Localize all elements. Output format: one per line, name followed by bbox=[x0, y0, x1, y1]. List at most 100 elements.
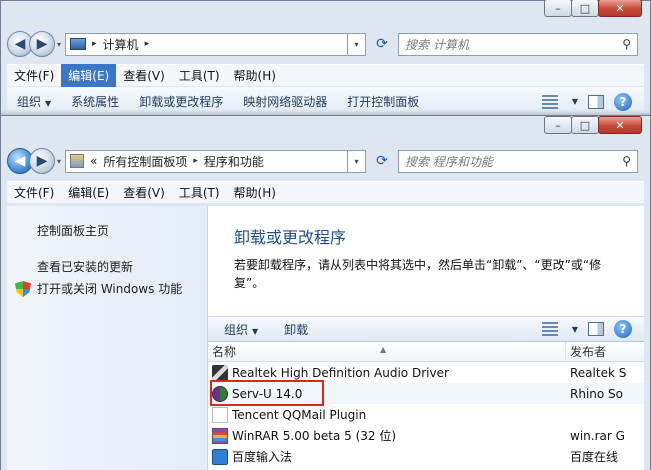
forward-button[interactable]: ▶ bbox=[29, 31, 55, 57]
address-bar[interactable]: « 所有控制面板项 ▸ 程序和功能 bbox=[65, 149, 348, 173]
navigation-bar: ◀ ▶ ▾ « 所有控制面板项 ▸ 程序和功能 ▾ ⟳ 搜索 程序和功能 ⚲ bbox=[7, 147, 638, 175]
search-icon: ⚲ bbox=[622, 37, 631, 51]
close-button[interactable]: ✕ bbox=[598, 116, 642, 134]
open-control-panel-button[interactable]: 打开控制面板 bbox=[337, 93, 429, 110]
preview-pane-icon[interactable] bbox=[588, 322, 604, 336]
organize-button[interactable]: 组织 ▼ bbox=[7, 93, 61, 110]
menu-file[interactable]: 文件(F) bbox=[7, 181, 61, 204]
view-controls: ▼ ? bbox=[541, 92, 644, 111]
menu-file[interactable]: 文件(F) bbox=[7, 64, 61, 87]
menu-view[interactable]: 查看(V) bbox=[116, 64, 172, 87]
system-properties-button[interactable]: 系统属性 bbox=[61, 93, 129, 110]
view-controls: ▼ ? bbox=[541, 320, 644, 338]
address-bar[interactable]: ▸ 计算机 ▸ bbox=[65, 32, 348, 56]
search-placeholder: 搜索 计算机 bbox=[405, 37, 469, 52]
program-publisher: 百度在线 bbox=[570, 450, 619, 464]
maximize-button[interactable]: □ bbox=[571, 0, 599, 17]
menu-tools[interactable]: 工具(T) bbox=[172, 64, 227, 87]
menu-edit[interactable]: 编辑(E) bbox=[61, 181, 116, 204]
winrar-icon bbox=[212, 427, 228, 444]
chevron-down-icon[interactable]: ▼ bbox=[572, 97, 578, 106]
chevron-down-icon: ▼ bbox=[45, 99, 52, 108]
menu-tools[interactable]: 工具(T) bbox=[172, 181, 227, 204]
view-installed-updates-link[interactable]: 查看已安装的更新 bbox=[7, 256, 207, 278]
program-name: Tencent QQMail Plugin bbox=[232, 407, 367, 422]
serv-u-icon bbox=[212, 385, 228, 402]
search-input[interactable]: 搜索 程序和功能 ⚲ bbox=[398, 149, 638, 173]
realtek-icon bbox=[212, 364, 228, 381]
column-header: 名称 ▲ 发布者 bbox=[208, 342, 644, 362]
chevron-down-icon[interactable]: ▼ bbox=[572, 325, 578, 334]
maximize-button[interactable]: □ bbox=[571, 116, 599, 134]
view-options-icon[interactable] bbox=[541, 322, 558, 336]
menu-edit[interactable]: 编辑(E) bbox=[61, 64, 117, 87]
uninstall-program-button[interactable]: 卸载或更改程序 bbox=[129, 93, 233, 110]
uninstall-button[interactable]: 卸载 bbox=[268, 321, 318, 338]
help-icon[interactable]: ? bbox=[614, 92, 632, 111]
program-name: 百度输入法 bbox=[232, 450, 293, 464]
program-name: Serv-U 14.0 bbox=[232, 386, 303, 401]
table-row[interactable]: Realtek High Definition Audio Driver Rea… bbox=[208, 362, 644, 383]
menu-help[interactable]: 帮助(H) bbox=[227, 181, 283, 204]
baidu-icon bbox=[212, 448, 228, 465]
preview-pane-icon[interactable] bbox=[588, 94, 604, 109]
publisher-column-header[interactable]: 发布者 bbox=[566, 342, 644, 361]
program-name: WinRAR 5.00 beta 5 (32 位) bbox=[232, 429, 397, 443]
organize-button[interactable]: 组织 ▼ bbox=[208, 321, 268, 338]
name-column-header[interactable]: 名称 ▲ bbox=[208, 342, 566, 361]
breadcrumb-overflow[interactable]: « bbox=[90, 154, 97, 168]
minimize-button[interactable]: – bbox=[544, 116, 572, 134]
search-placeholder: 搜索 程序和功能 bbox=[405, 154, 493, 169]
organize-label: 组织 bbox=[17, 95, 42, 109]
page-title: 卸载或更改程序 bbox=[234, 228, 347, 247]
windows-features-link[interactable]: 打开或关闭 Windows 功能 bbox=[7, 278, 207, 300]
search-input[interactable]: 搜索 计算机 ⚲ bbox=[398, 32, 638, 56]
control-panel-home-link[interactable]: 控制面板主页 bbox=[7, 220, 207, 242]
address-dropdown[interactable]: ▾ bbox=[348, 32, 366, 56]
refresh-icon[interactable]: ⟳ bbox=[370, 33, 394, 56]
menu-bar: 文件(F) 编辑(E) 查看(V) 工具(T) 帮助(H) bbox=[7, 181, 644, 203]
tencent-icon bbox=[212, 406, 228, 423]
command-bar: 组织 ▼ 系统属性 卸载或更改程序 映射网络驱动器 打开控制面板 ▼ ? bbox=[7, 87, 644, 117]
minimize-button[interactable]: – bbox=[544, 0, 572, 17]
chevron-right-icon[interactable]: ▸ bbox=[92, 39, 97, 49]
table-row[interactable]: WinRAR 5.00 beta 5 (32 位) win.rar G bbox=[208, 425, 644, 446]
program-list-area: 卸载或更改程序 若要卸载程序，请从列表中将其选中，然后单击“卸载”、“更改”或“… bbox=[208, 206, 644, 470]
recent-pages-dropdown[interactable]: ▾ bbox=[57, 157, 61, 166]
recent-pages-dropdown[interactable]: ▾ bbox=[57, 40, 61, 49]
menu-bar: 文件(F) 编辑(E) 查看(V) 工具(T) 帮助(H) bbox=[7, 64, 644, 87]
breadcrumb-programs-features[interactable]: 程序和功能 bbox=[204, 153, 264, 170]
close-button[interactable]: ✕ bbox=[598, 0, 642, 17]
window-controls: – □ ✕ bbox=[544, 116, 642, 134]
map-network-drive-button[interactable]: 映射网络驱动器 bbox=[233, 93, 337, 110]
chevron-right-icon[interactable]: ▸ bbox=[193, 156, 198, 166]
refresh-icon[interactable]: ⟳ bbox=[370, 150, 394, 173]
program-list: Realtek High Definition Audio Driver Rea… bbox=[208, 362, 644, 467]
control-panel-icon bbox=[70, 154, 85, 168]
menu-view[interactable]: 查看(V) bbox=[116, 181, 172, 204]
menu-help[interactable]: 帮助(H) bbox=[227, 64, 283, 87]
breadcrumb-computer[interactable]: 计算机 bbox=[103, 36, 139, 53]
chevron-right-icon[interactable]: ▸ bbox=[145, 39, 150, 49]
table-row[interactable]: Tencent QQMail Plugin bbox=[208, 404, 644, 425]
breadcrumb-all-control-panel-items[interactable]: 所有控制面板项 bbox=[103, 153, 187, 170]
program-publisher: win.rar G bbox=[570, 428, 625, 443]
sort-ascending-icon: ▲ bbox=[380, 345, 387, 354]
navigation-bar: ◀ ▶ ▾ ▸ 计算机 ▸ ▾ ⟳ 搜索 计算机 ⚲ bbox=[7, 30, 638, 58]
shield-icon bbox=[15, 281, 31, 297]
programs-features-window: – □ ✕ ◀ ▶ ▾ « 所有控制面板项 ▸ 程序和功能 ▾ ⟳ 搜索 程序和… bbox=[0, 115, 651, 470]
task-pane: 控制面板主页 查看已安装的更新 打开或关闭 Windows 功能 bbox=[7, 206, 208, 470]
list-command-bar: 组织 ▼ 卸载 ▼ ? bbox=[208, 316, 644, 342]
address-dropdown[interactable]: ▾ bbox=[348, 149, 366, 173]
table-row[interactable]: Serv-U 14.0 Rhino So bbox=[208, 383, 644, 404]
program-name: Realtek High Definition Audio Driver bbox=[232, 365, 449, 380]
window-controls: – □ ✕ bbox=[544, 0, 642, 17]
forward-button[interactable]: ▶ bbox=[29, 148, 55, 174]
table-row[interactable]: 百度输入法 百度在线 bbox=[208, 446, 644, 467]
help-icon[interactable]: ? bbox=[614, 320, 632, 338]
name-column-label: 名称 bbox=[212, 345, 237, 359]
view-options-icon[interactable] bbox=[541, 94, 558, 109]
computer-icon bbox=[70, 38, 87, 50]
search-icon: ⚲ bbox=[622, 154, 631, 168]
organize-label: 组织 bbox=[224, 322, 249, 337]
